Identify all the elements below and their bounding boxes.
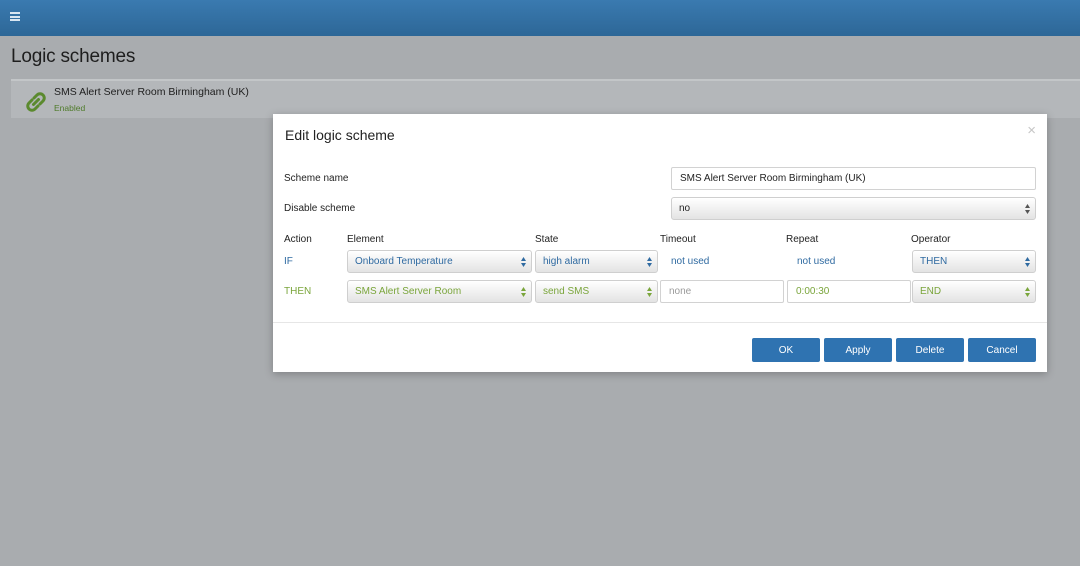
dialog-footer-divider: [273, 322, 1047, 323]
select-arrows-icon: [647, 257, 652, 267]
column-header-repeat: Repeat: [786, 234, 819, 245]
apply-button[interactable]: Apply: [824, 338, 892, 362]
page-title: Logic schemes: [11, 46, 136, 67]
scheme-list: SMS Alert Server Room Birmingham (UK) En…: [11, 79, 1080, 118]
row-if-repeat: not used: [797, 256, 836, 267]
select-arrows-icon: [521, 287, 526, 297]
row-if-action: IF: [284, 256, 293, 267]
scheme-name: SMS Alert Server Room Birmingham (UK): [54, 86, 249, 98]
scheme-name-input[interactable]: SMS Alert Server Room Birmingham (UK): [671, 167, 1036, 190]
row-then-operator-select[interactable]: END: [912, 280, 1036, 303]
link-chain-icon: [26, 92, 46, 112]
ok-button[interactable]: OK: [752, 338, 820, 362]
disable-scheme-value: no: [679, 203, 691, 214]
scheme-name-label: Scheme name: [284, 173, 349, 184]
row-then-element-value: SMS Alert Server Room: [355, 286, 462, 297]
cancel-button[interactable]: Cancel: [968, 338, 1036, 362]
scheme-status: Enabled: [54, 103, 86, 113]
column-header-element: Element: [347, 234, 384, 245]
select-arrows-icon: [647, 287, 652, 297]
select-arrows-icon: [521, 257, 526, 267]
row-then-element-select[interactable]: SMS Alert Server Room: [347, 280, 532, 303]
column-header-action: Action: [284, 234, 312, 245]
row-if-element-select[interactable]: Onboard Temperature: [347, 250, 532, 273]
row-if-timeout: not used: [671, 256, 710, 267]
delete-button[interactable]: Delete: [896, 338, 964, 362]
row-if-operator-select[interactable]: THEN: [912, 250, 1036, 273]
row-then-operator-value: END: [920, 286, 942, 297]
disable-scheme-select[interactable]: no: [671, 197, 1036, 220]
hamburger-menu-icon[interactable]: [10, 12, 20, 21]
close-icon[interactable]: ×: [1027, 123, 1036, 138]
row-then-state-select[interactable]: send SMS: [535, 280, 658, 303]
row-then-action: THEN: [284, 286, 312, 297]
scheme-list-item[interactable]: SMS Alert Server Room Birmingham (UK) En…: [11, 81, 1080, 118]
edit-logic-scheme-dialog: Edit logic scheme × Scheme name SMS Aler…: [273, 114, 1047, 372]
row-if-state-select[interactable]: high alarm: [535, 250, 658, 273]
column-header-operator: Operator: [911, 234, 951, 245]
column-header-timeout: Timeout: [660, 234, 696, 245]
select-arrows-icon: [1025, 287, 1030, 297]
select-arrows-icon: [1025, 204, 1030, 214]
disable-scheme-label: Disable scheme: [284, 203, 356, 214]
select-arrows-icon: [1025, 257, 1030, 267]
row-then-state-value: send SMS: [543, 286, 590, 297]
row-if-state-value: high alarm: [543, 256, 590, 267]
top-bar: [0, 0, 1080, 36]
row-if-element-value: Onboard Temperature: [355, 256, 453, 267]
dialog-title: Edit logic scheme: [285, 127, 395, 143]
row-then-timeout-input[interactable]: none: [660, 280, 784, 303]
column-header-state: State: [535, 234, 559, 245]
row-if-operator-value: THEN: [920, 256, 948, 267]
row-then-repeat-input[interactable]: 0:00:30: [787, 280, 911, 303]
